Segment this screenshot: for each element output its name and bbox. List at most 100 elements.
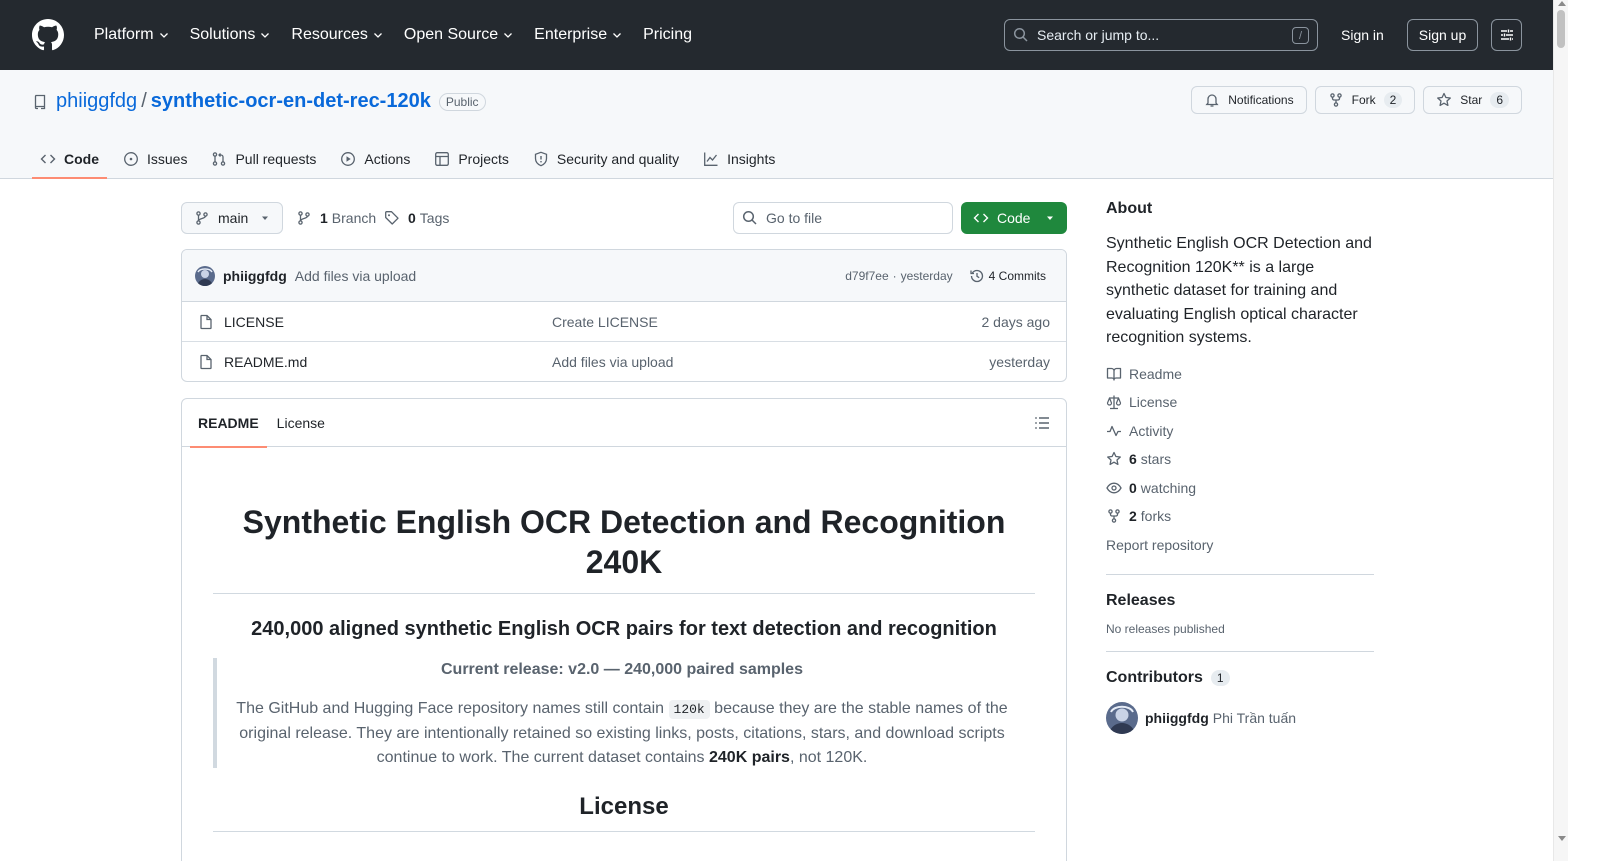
release-note: Current release: v2.0 — 240,000 paired s… xyxy=(441,661,803,678)
commit-author-link[interactable]: phiiggfdg xyxy=(223,268,287,284)
file-commit-message-link[interactable]: Add files via upload xyxy=(552,354,673,370)
activity-link-label: Activity xyxy=(1129,422,1174,439)
commit-dot: · xyxy=(892,269,897,283)
list-outline-icon[interactable] xyxy=(1034,415,1050,431)
avatar[interactable] xyxy=(195,265,215,286)
avatar[interactable] xyxy=(1106,702,1138,734)
repo-name-link[interactable]: synthetic-ocr-en-det-rec-120k xyxy=(151,90,431,113)
caret-down-icon xyxy=(262,216,268,220)
pulse-icon xyxy=(1107,425,1121,436)
book-icon xyxy=(1106,367,1122,381)
table-icon xyxy=(435,152,450,166)
about-links: Readme License Activity 6 stars 0 watchi… xyxy=(1106,360,1374,560)
commits-link[interactable]: 4 Commits xyxy=(969,268,1046,284)
visibility-badge: Public xyxy=(438,92,486,111)
branch-count: 1 xyxy=(320,210,328,226)
code-dropdown-button[interactable]: Code xyxy=(961,202,1067,234)
contributors-heading-row: Contributors 1 xyxy=(1106,669,1374,687)
tab-actions[interactable]: Actions xyxy=(332,140,418,178)
file-age: yesterday xyxy=(989,354,1050,370)
sign-in-link[interactable]: Sign in xyxy=(1330,19,1395,51)
github-logo-icon[interactable] xyxy=(32,19,64,51)
nav-enterprise[interactable]: Enterprise xyxy=(526,19,631,51)
search-icon xyxy=(742,210,757,225)
page-scrollbar[interactable] xyxy=(1553,0,1568,861)
table-row[interactable]: README.md Add files via upload yesterday xyxy=(182,342,1066,381)
tab-pull-requests[interactable]: Pull requests xyxy=(203,140,324,178)
scroll-thumb[interactable] xyxy=(1557,10,1565,48)
commit-message-link[interactable]: Add files via upload xyxy=(295,268,416,284)
file-list: phiiggfdg Add files via upload d79f7ee ·… xyxy=(181,249,1067,382)
repo-owner-link[interactable]: phiiggfdg xyxy=(56,90,137,113)
commit-sha-link[interactable]: d79f7ee xyxy=(845,269,888,283)
contributors-count: 1 xyxy=(1210,670,1230,686)
tab-projects[interactable]: Projects xyxy=(426,140,517,178)
stars-label: stars xyxy=(1140,451,1172,468)
contributor-item[interactable]: phiiggfdg Phi Trần tuấn xyxy=(1106,702,1374,734)
blockquote-text-part: , not 120K. xyxy=(789,749,868,766)
tab-label: Projects xyxy=(458,151,509,167)
global-nav: Platform Solutions Resources Open Source… xyxy=(86,19,704,51)
readme-link[interactable]: Readme xyxy=(1106,360,1374,389)
chevron-down-icon xyxy=(261,33,270,38)
forks-label: forks xyxy=(1140,508,1172,525)
fork-button[interactable]: Fork 2 xyxy=(1314,86,1416,114)
nav-open-source[interactable]: Open Source xyxy=(396,19,522,51)
blockquote-text-part: The GitHub and Hugging Face repository n… xyxy=(236,700,669,717)
file-commit-message-link[interactable]: Create LICENSE xyxy=(552,314,658,330)
tags-link[interactable]: 0 Tags xyxy=(384,202,449,234)
go-to-file-input[interactable]: Go to file xyxy=(733,202,953,234)
license-link[interactable]: License xyxy=(1106,388,1374,417)
tab-label: Security and quality xyxy=(556,151,680,167)
repo-sidebar: About Synthetic English OCR Detection an… xyxy=(1106,200,1374,734)
chevron-down-icon xyxy=(613,33,622,38)
tab-security[interactable]: Security and quality xyxy=(525,140,687,178)
scroll-up-arrow-icon[interactable] xyxy=(1558,1,1566,6)
file-name-link[interactable]: README.md xyxy=(224,354,552,370)
star-button[interactable]: Star 6 xyxy=(1423,86,1522,114)
branches-link[interactable]: 1 Branch xyxy=(296,202,376,234)
issue-icon xyxy=(124,152,138,166)
global-search-input[interactable]: Search or jump to... / xyxy=(1004,19,1318,51)
tab-code[interactable]: Code xyxy=(32,140,107,179)
activity-link[interactable]: Activity xyxy=(1106,417,1374,446)
scroll-down-arrow-icon[interactable] xyxy=(1558,836,1566,841)
fork-icon xyxy=(1329,93,1342,107)
nav-solutions[interactable]: Solutions xyxy=(182,19,280,51)
stars-link[interactable]: 6 stars xyxy=(1106,445,1374,474)
contributor-login[interactable]: phiiggfdg xyxy=(1145,710,1209,726)
readme-content: Synthetic English OCR Detection and Reco… xyxy=(182,502,1066,832)
nav-pricing[interactable]: Pricing xyxy=(635,19,700,51)
branch-select-button[interactable]: main xyxy=(181,202,283,234)
license-link-label: License xyxy=(1129,394,1178,411)
readme-link-label: Readme xyxy=(1129,365,1182,382)
blockquote-text: The GitHub and Hugging Face repository n… xyxy=(233,697,1011,770)
tab-insights[interactable]: Insights xyxy=(695,140,783,178)
tab-readme[interactable]: README xyxy=(190,399,267,448)
file-name-link[interactable]: LICENSE xyxy=(224,314,552,330)
report-repository-link[interactable]: Report repository xyxy=(1106,531,1374,560)
tab-label: Actions xyxy=(364,151,411,167)
chevron-down-icon xyxy=(159,33,168,38)
table-row[interactable]: LICENSE Create LICENSE 2 days ago xyxy=(182,302,1066,342)
code-icon xyxy=(40,154,56,164)
nav-platform[interactable]: Platform xyxy=(86,19,178,51)
watching-link[interactable]: 0 watching xyxy=(1106,474,1374,503)
readme-title: Synthetic English OCR Detection and Reco… xyxy=(213,502,1035,594)
watching-count: 0 xyxy=(1129,479,1137,496)
forks-link[interactable]: 2 forks xyxy=(1106,502,1374,531)
contributors-heading[interactable]: Contributors xyxy=(1106,669,1203,687)
nav-resources[interactable]: Resources xyxy=(283,19,391,51)
menu-button[interactable] xyxy=(1491,19,1522,51)
sign-up-button[interactable]: Sign up xyxy=(1407,19,1478,51)
notifications-button[interactable]: Notifications xyxy=(1191,86,1307,114)
tab-license[interactable]: License xyxy=(269,399,333,447)
tab-issues[interactable]: Issues xyxy=(115,140,195,178)
search-shortcut-key: / xyxy=(1292,27,1309,44)
file-icon xyxy=(200,314,212,329)
inline-code: 120k xyxy=(668,700,710,719)
releases-heading[interactable]: Releases xyxy=(1106,592,1374,610)
chevron-down-icon xyxy=(373,33,382,38)
fork-label: Fork xyxy=(1351,93,1376,107)
nav-label: Pricing xyxy=(643,26,692,43)
